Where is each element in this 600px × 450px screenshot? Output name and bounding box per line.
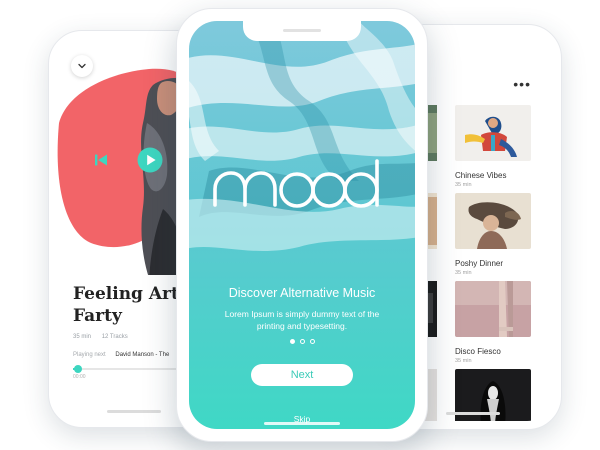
app-logo [189, 159, 415, 216]
previous-button[interactable] [93, 152, 109, 173]
play-button[interactable] [137, 147, 163, 178]
onboarding-phone: Discover Alternative Music Lorem Ipsum i… [176, 8, 428, 442]
playing-next-value: David Manson - The [115, 352, 170, 358]
progress-knob[interactable] [73, 365, 82, 373]
playlist-card[interactable]: Poshy Dinner 35 min [455, 193, 531, 276]
home-indicator [446, 412, 500, 415]
collapse-button[interactable] [71, 55, 93, 77]
playlist-name: Poshy Dinner [455, 259, 504, 268]
page-dot[interactable] [309, 339, 315, 344]
more-dots-icon[interactable]: ••• [513, 77, 531, 91]
playlist-duration: 35 min [455, 270, 472, 276]
playlist-card[interactable]: Disco Fiesco 35 min [455, 281, 531, 364]
playlist-duration: 35 min [455, 358, 472, 364]
playlist-name: Disco Fiesco [455, 347, 501, 356]
playlist-card[interactable]: Chinese Vibes 35 min [455, 105, 531, 188]
home-indicator [264, 422, 340, 425]
onboarding-subtext: Lorem Ipsum is simply dummy text of the … [224, 309, 380, 331]
home-indicator [107, 410, 161, 413]
player-controls [93, 147, 163, 178]
page-indicator [189, 339, 415, 344]
playlist-name: Chinese Vibes [455, 171, 507, 180]
track-duration: 35 min [73, 334, 92, 340]
track-count: 12 Tracks [101, 334, 128, 340]
playlist-thumb [455, 105, 531, 161]
chevron-down-icon [78, 63, 86, 69]
play-icon [137, 147, 163, 173]
mooood-logo [213, 159, 379, 208]
page-dot[interactable] [299, 339, 305, 344]
skip-back-icon [95, 154, 107, 166]
onboarding-headline: Discover Alternative Music [228, 286, 376, 300]
playing-next-label: Playing next [73, 352, 106, 358]
page-dot-active[interactable] [289, 339, 295, 344]
playlist-thumb [455, 193, 531, 249]
phone-speaker [283, 29, 321, 32]
playlist-duration: 35 min [455, 182, 472, 188]
next-button[interactable]: Next [251, 364, 353, 386]
playlist-thumb [455, 281, 531, 337]
onboarding-screen: Discover Alternative Music Lorem Ipsum i… [189, 21, 415, 429]
